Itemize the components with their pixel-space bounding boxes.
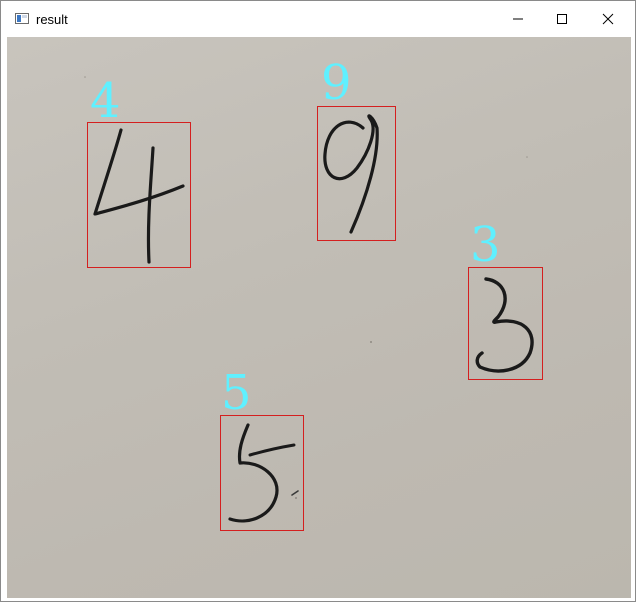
- handwritten-digit-3: [475, 277, 534, 373]
- maximize-button[interactable]: [539, 1, 585, 37]
- app-window-icon: [15, 13, 29, 24]
- handwritten-digit-5: [228, 423, 299, 523]
- window-title: result: [36, 12, 68, 27]
- detection-label-9: 9: [321, 55, 352, 111]
- detection-label-3: 3: [470, 217, 501, 273]
- maximize-icon: [557, 14, 567, 24]
- minimize-button[interactable]: [495, 1, 541, 37]
- handwritten-digit-4: [93, 128, 185, 264]
- detection-label-4: 4: [90, 73, 121, 129]
- close-icon: [602, 13, 614, 25]
- close-button[interactable]: [585, 1, 631, 37]
- result-image: 4 9 3 5: [7, 37, 631, 598]
- detection-label-5: 5: [221, 365, 252, 421]
- result-window: result 4 9 3 5: [0, 0, 636, 602]
- minimize-icon: [513, 18, 523, 20]
- title-bar[interactable]: result: [1, 1, 635, 37]
- handwritten-digit-9: [323, 114, 379, 234]
